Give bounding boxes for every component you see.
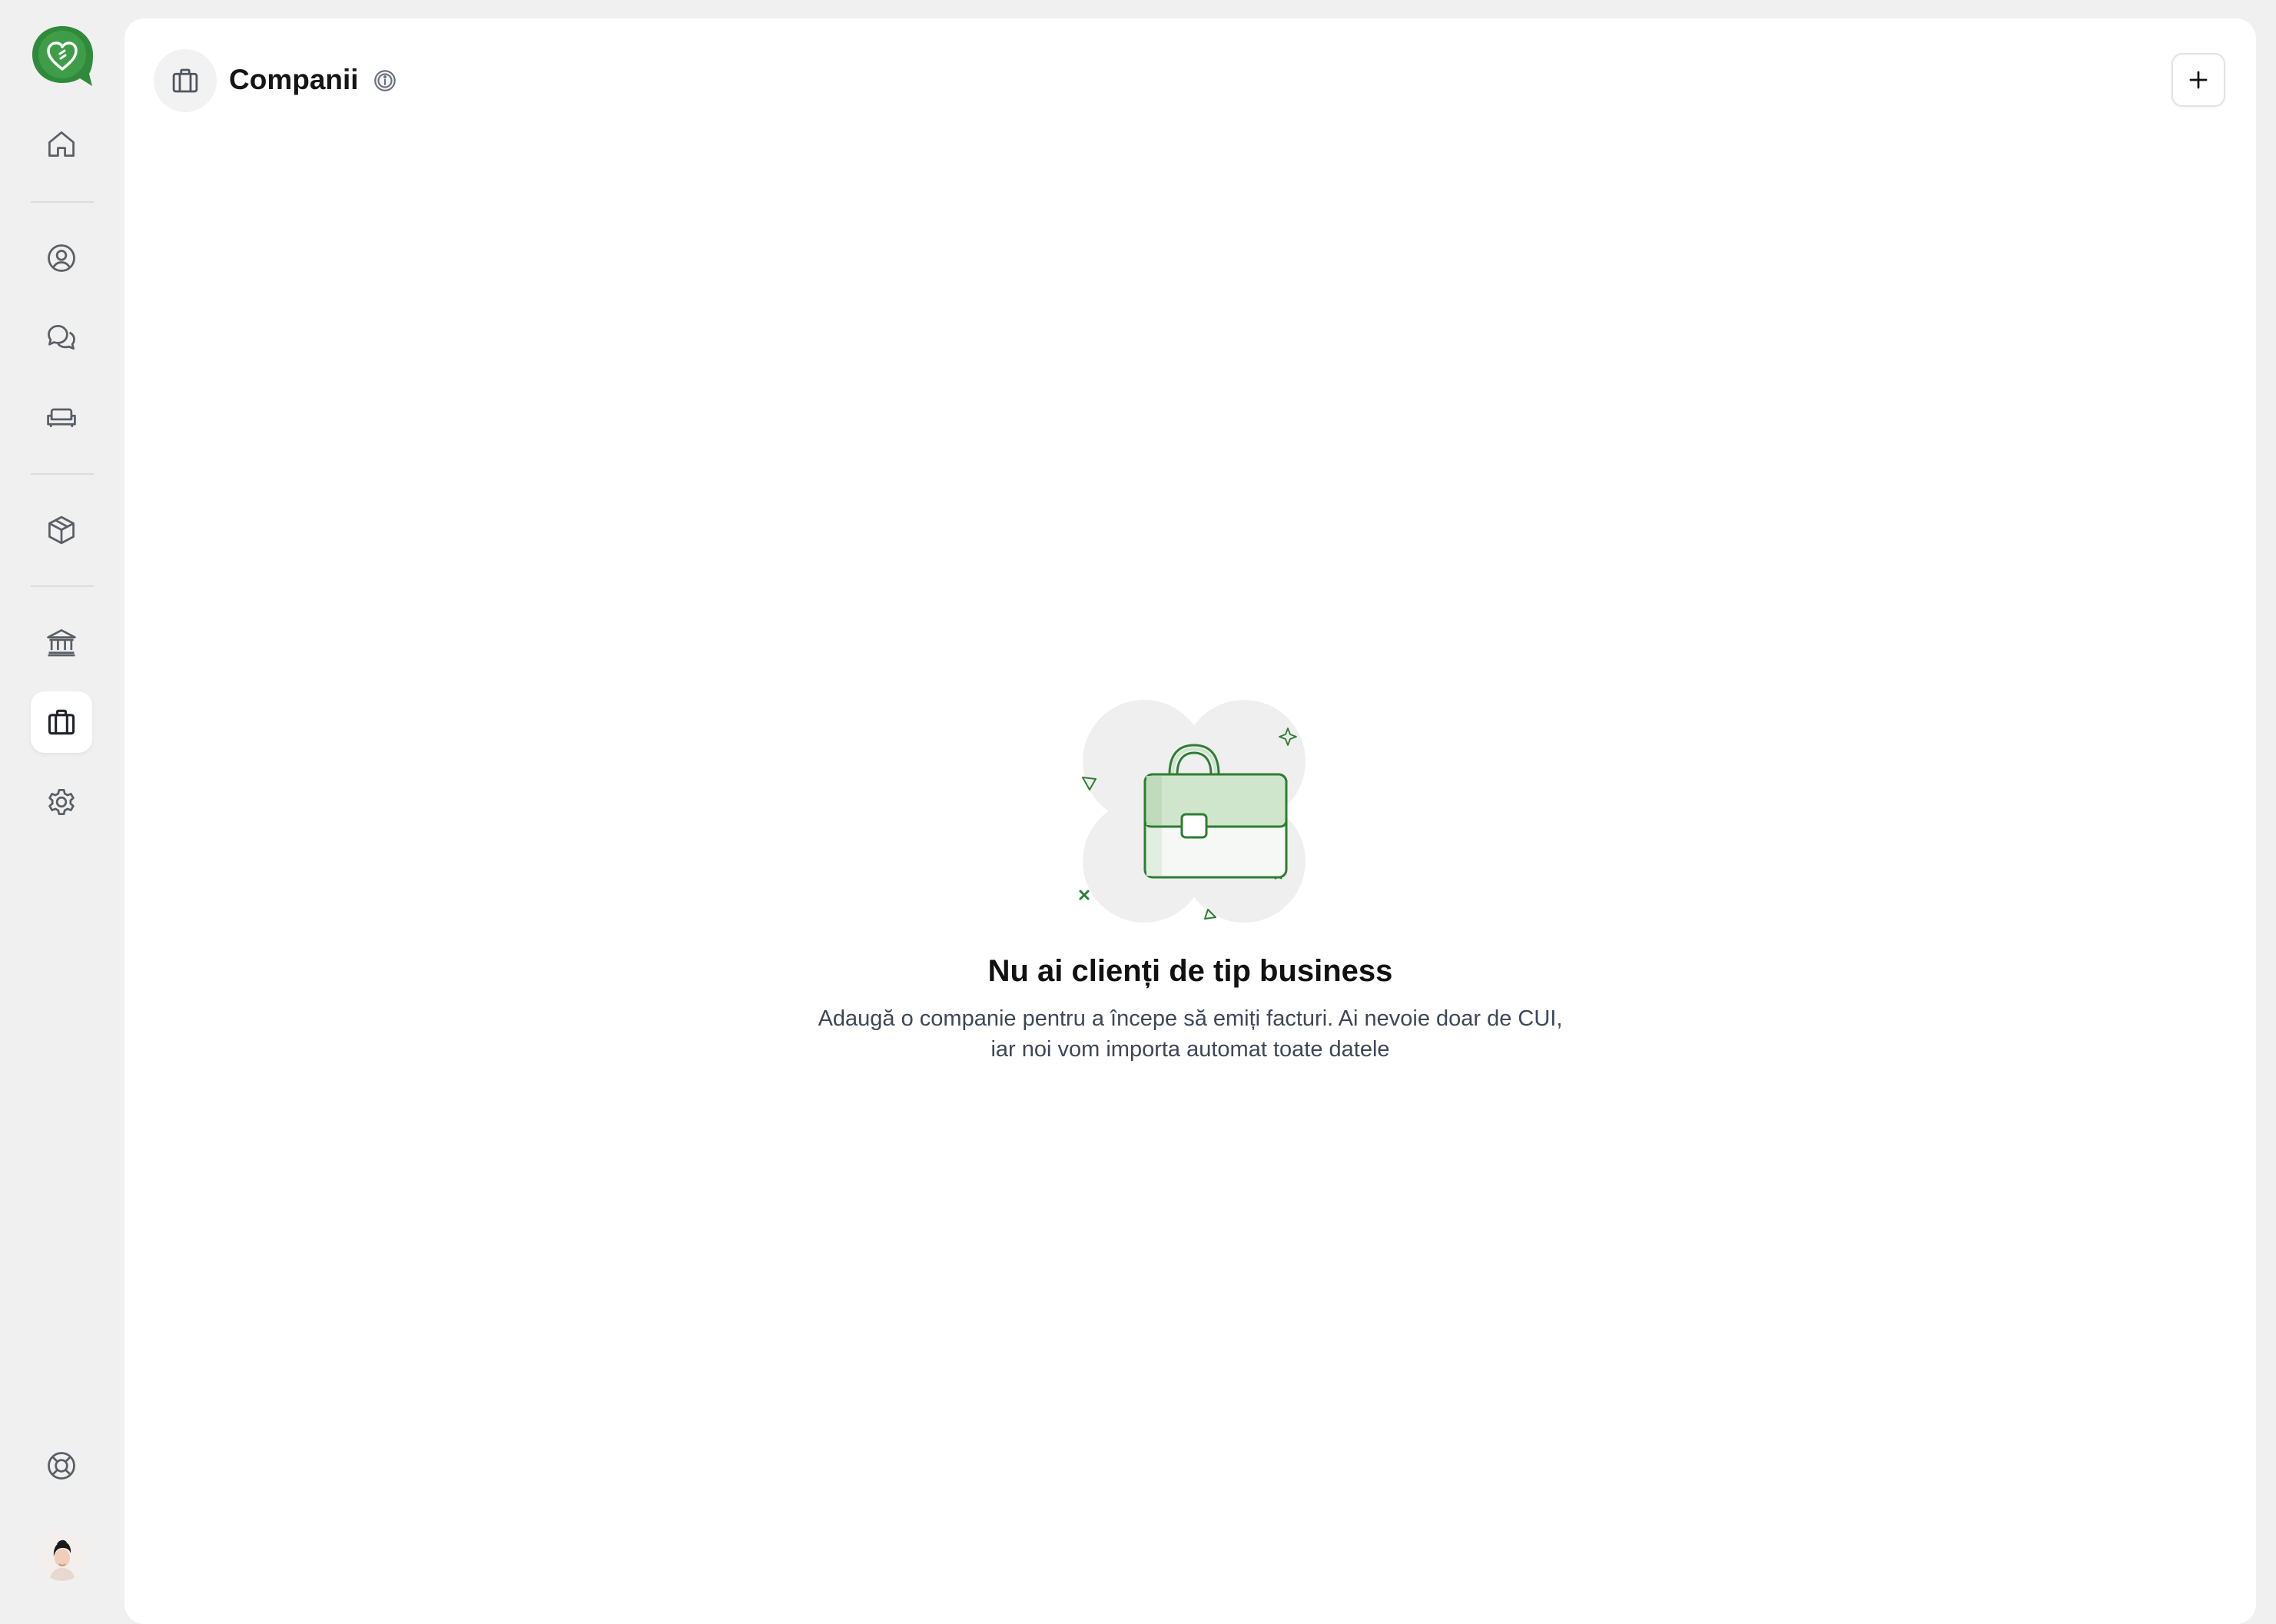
home-icon: [48, 131, 75, 157]
sidebar-item-bank[interactable]: [31, 611, 92, 673]
sidebar-divider: [31, 201, 94, 203]
user-circle-icon: [48, 244, 75, 272]
page-title: Companii: [229, 64, 359, 95]
sidebar-item-companies[interactable]: [31, 691, 92, 753]
empty-state-illustration: [1071, 688, 1317, 934]
user-avatar-image: [38, 1533, 86, 1581]
sidebar-item-products[interactable]: [31, 499, 92, 561]
sidebar-item-settings[interactable]: [31, 771, 92, 833]
avatar[interactable]: [38, 1533, 86, 1581]
bank-icon: [47, 629, 76, 657]
empty-state-description-line-1: Adaugă o companie pentru a începe să emi…: [818, 1006, 1563, 1031]
sidebar-divider: [31, 585, 94, 587]
sofa-icon: [47, 408, 76, 427]
info-icon-glyph: [374, 70, 396, 91]
lifebuoy-icon: [48, 1452, 75, 1480]
page-header-icon: [154, 49, 217, 112]
sidebar: [0, 0, 123, 1612]
briefcase-illustration: [1079, 700, 1306, 923]
empty-state-title: Nu ai clienți de tip business: [987, 954, 1393, 988]
sidebar-divider: [31, 473, 94, 475]
briefcase-icon: [172, 68, 198, 93]
logo-icon: [32, 26, 93, 86]
box-icon: [48, 515, 75, 545]
gear-icon: [48, 788, 75, 816]
main-panel: Companii Nu ai clienți de tip business A…: [124, 18, 2256, 1624]
sidebar-item-home[interactable]: [31, 114, 92, 175]
empty-state-description: Adaugă o companie pentru a începe să emi…: [768, 1003, 1613, 1065]
add-company-button[interactable]: [2171, 53, 2225, 107]
plus-icon: [2189, 71, 2208, 89]
chat-bubbles-icon: [48, 325, 75, 350]
empty-state-description-line-2: iar noi vom importa automat toate datele: [990, 1037, 1390, 1062]
sidebar-item-messages[interactable]: [31, 307, 92, 369]
briefcase-icon: [48, 709, 75, 735]
sidebar-item-accommodation[interactable]: [31, 387, 92, 449]
sidebar-item-contacts[interactable]: [31, 227, 92, 289]
app-logo[interactable]: [29, 23, 95, 89]
info-icon[interactable]: [372, 68, 398, 94]
sidebar-item-help[interactable]: [31, 1435, 92, 1496]
